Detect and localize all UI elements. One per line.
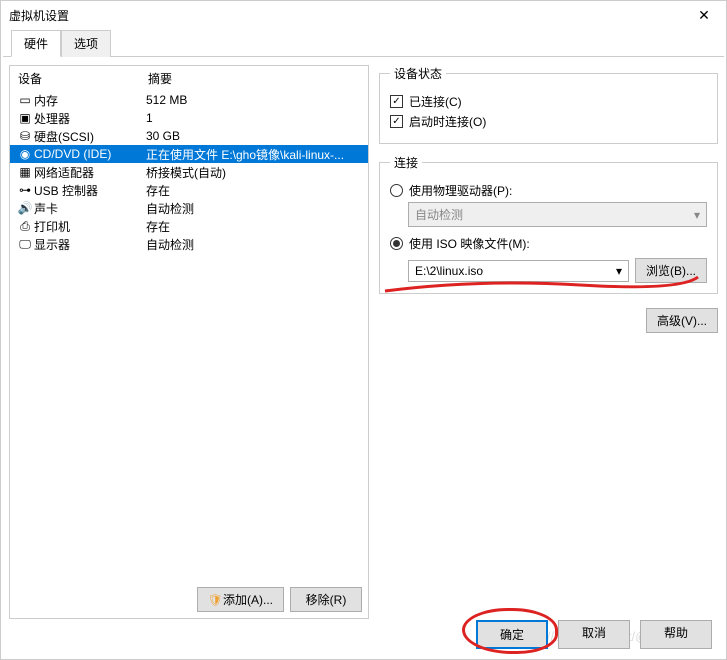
device-row[interactable]: ⛁硬盘(SCSI)30 GB bbox=[10, 127, 368, 145]
device-summary: 正在使用文件 E:\gho镜像\kali-linux-... bbox=[146, 146, 362, 163]
display-icon: 🖵 bbox=[16, 237, 34, 252]
use-iso-label: 使用 ISO 映像文件(M): bbox=[409, 235, 530, 252]
browse-button[interactable]: 浏览(B)... bbox=[635, 258, 707, 283]
device-name: 网络适配器 bbox=[34, 164, 146, 181]
remove-button[interactable]: 移除(R) bbox=[290, 587, 362, 612]
device-row[interactable]: ⎙打印机存在 bbox=[10, 217, 368, 235]
cpu-icon: ▣ bbox=[16, 111, 34, 125]
connect-poweron-label: 启动时连接(O) bbox=[409, 113, 486, 130]
device-row[interactable]: ⊶USB 控制器存在 bbox=[10, 181, 368, 199]
device-row[interactable]: 🔊声卡自动检测 bbox=[10, 199, 368, 217]
device-summary: 512 MB bbox=[146, 93, 362, 107]
tab-hardware[interactable]: 硬件 bbox=[11, 30, 61, 57]
connect-poweron-checkbox[interactable]: ✓ bbox=[390, 115, 403, 128]
use-physical-label: 使用物理驱动器(P): bbox=[409, 182, 512, 199]
sound-icon: 🔊 bbox=[16, 201, 34, 215]
chevron-down-icon: ▾ bbox=[694, 208, 700, 222]
tab-options[interactable]: 选项 bbox=[61, 30, 111, 57]
status-legend: 设备状态 bbox=[390, 65, 446, 82]
device-summary: 1 bbox=[146, 111, 362, 125]
use-physical-radio[interactable] bbox=[390, 184, 403, 197]
device-row[interactable]: 🖵显示器自动检测 bbox=[10, 235, 368, 253]
device-summary: 30 GB bbox=[146, 129, 362, 143]
cancel-button[interactable]: 取消 bbox=[558, 620, 630, 649]
device-summary: 桥接模式(自动) bbox=[146, 164, 362, 181]
add-button[interactable]: 🛡添加(A)... bbox=[197, 587, 284, 612]
shield-icon: 🛡 bbox=[208, 593, 223, 607]
window-title: 虚拟机设置 bbox=[9, 7, 69, 24]
disk-icon: ⛁ bbox=[16, 129, 34, 143]
advanced-button[interactable]: 高级(V)... bbox=[646, 308, 718, 333]
device-name: 打印机 bbox=[34, 218, 146, 235]
nic-icon: ▦ bbox=[16, 165, 34, 179]
chevron-down-icon: ▾ bbox=[616, 264, 622, 278]
device-list: ▭内存512 MB▣处理器1⛁硬盘(SCSI)30 GB◉CD/DVD (IDE… bbox=[10, 91, 368, 253]
device-row[interactable]: ▣处理器1 bbox=[10, 109, 368, 127]
help-button[interactable]: 帮助 bbox=[640, 620, 712, 649]
device-summary: 自动检测 bbox=[146, 236, 362, 253]
iso-path-combo[interactable]: E:\2\linux.iso ▾ bbox=[408, 260, 629, 282]
connected-checkbox[interactable]: ✓ bbox=[390, 95, 403, 108]
connected-label: 已连接(C) bbox=[409, 93, 462, 110]
usb-icon: ⊶ bbox=[16, 183, 34, 197]
column-summary: 摘要 bbox=[148, 70, 360, 87]
device-name: 声卡 bbox=[34, 200, 146, 217]
device-name: 硬盘(SCSI) bbox=[34, 128, 146, 145]
memory-icon: ▭ bbox=[16, 93, 34, 107]
ok-button[interactable]: 确定 bbox=[476, 620, 548, 649]
printer-icon: ⎙ bbox=[16, 219, 34, 234]
tab-bar: 硬件 选项 bbox=[3, 29, 724, 57]
device-summary: 自动检测 bbox=[146, 200, 362, 217]
device-name: 内存 bbox=[34, 92, 146, 109]
device-name: 显示器 bbox=[34, 236, 146, 253]
device-summary: 存在 bbox=[146, 182, 362, 199]
device-name: USB 控制器 bbox=[34, 182, 146, 199]
device-row[interactable]: ▭内存512 MB bbox=[10, 91, 368, 109]
cd-icon: ◉ bbox=[16, 147, 34, 161]
device-name: 处理器 bbox=[34, 110, 146, 127]
device-row[interactable]: ◉CD/DVD (IDE)正在使用文件 E:\gho镜像\kali-linux-… bbox=[10, 145, 368, 163]
physical-drive-combo: 自动检测 ▾ bbox=[408, 202, 707, 227]
column-device: 设备 bbox=[18, 70, 148, 87]
close-icon[interactable]: ✕ bbox=[690, 7, 718, 24]
connection-group: 连接 使用物理驱动器(P): 自动检测 ▾ 使用 ISO 映像文件(M): E:… bbox=[379, 154, 718, 294]
connection-legend: 连接 bbox=[390, 154, 422, 171]
device-status-group: 设备状态 ✓ 已连接(C) ✓ 启动时连接(O) bbox=[379, 65, 718, 144]
use-iso-radio[interactable] bbox=[390, 237, 403, 250]
device-name: CD/DVD (IDE) bbox=[34, 147, 146, 161]
device-summary: 存在 bbox=[146, 218, 362, 235]
device-row[interactable]: ▦网络适配器桥接模式(自动) bbox=[10, 163, 368, 181]
device-list-panel: 设备 摘要 ▭内存512 MB▣处理器1⛁硬盘(SCSI)30 GB◉CD/DV… bbox=[9, 65, 369, 619]
